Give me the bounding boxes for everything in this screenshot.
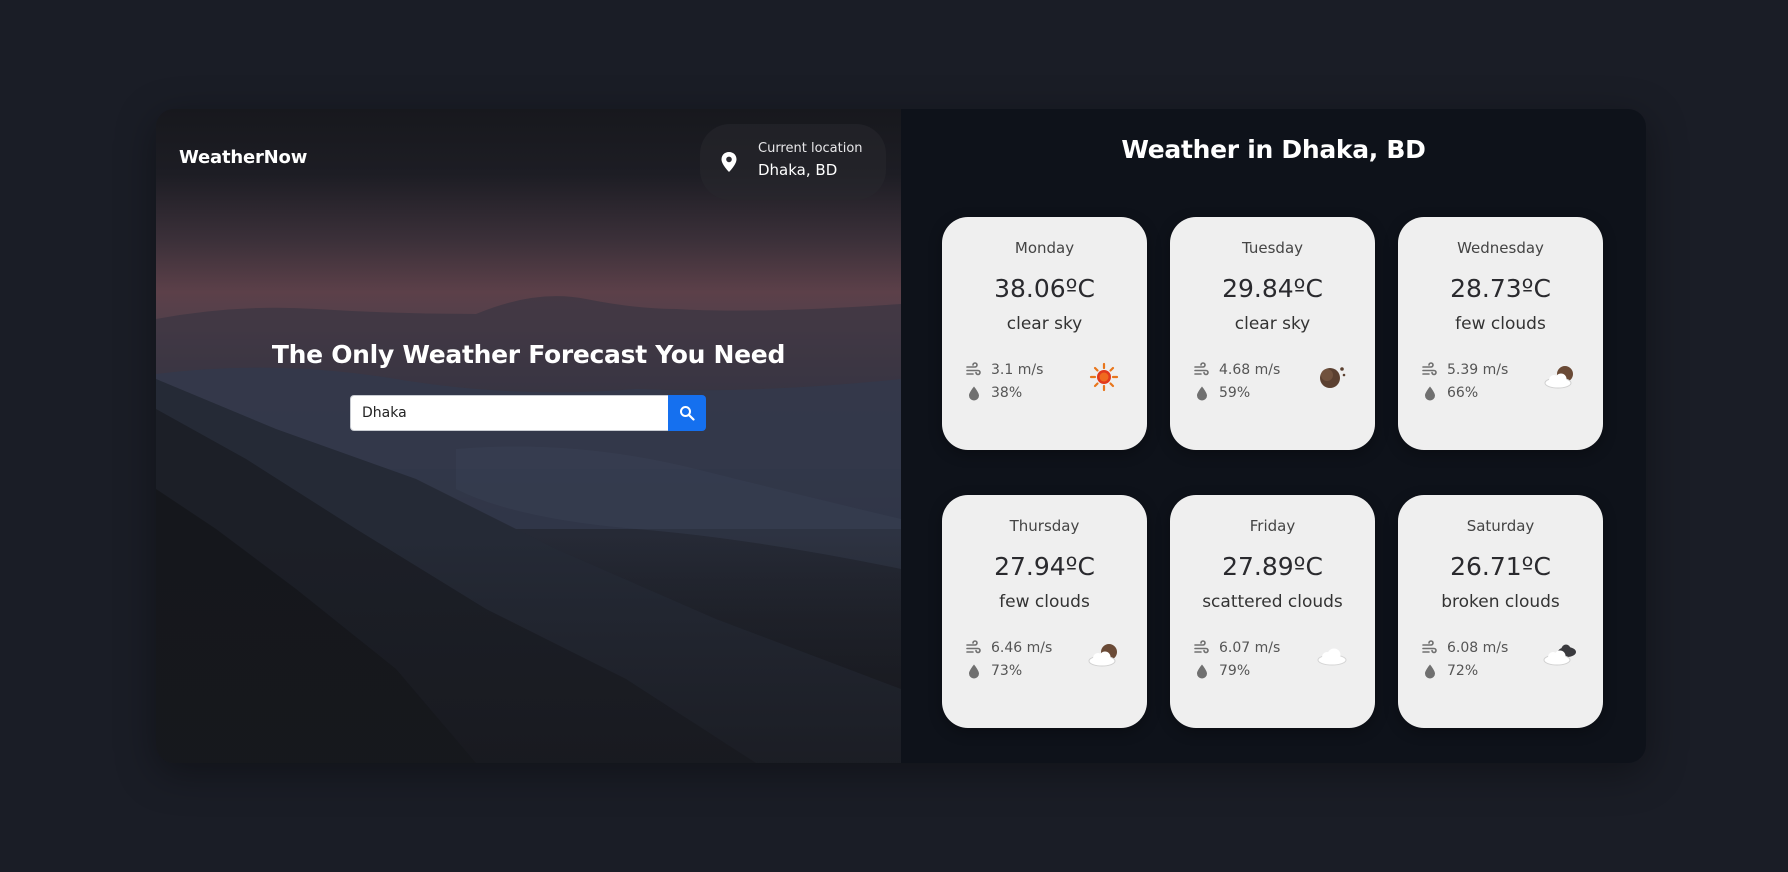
card-humidity-value: 79% [1219, 663, 1251, 679]
wind-icon [966, 362, 981, 376]
card-temperature: 38.06ºC [994, 274, 1095, 303]
forecast-panel: Weather in Dhaka, BD Monday 38.06ºC clea… [901, 109, 1646, 763]
wind-icon [1194, 640, 1209, 654]
current-location-value: Dhaka, BD [758, 161, 838, 179]
hero-section: WeatherNow Current location Dhaka, BD Th… [156, 109, 901, 763]
card-humidity-row: 59% [1194, 385, 1250, 401]
card-humidity-row: 66% [1422, 385, 1478, 401]
card-wind-row: 6.08 m/s [1422, 640, 1508, 656]
card-wind-value: 6.46 m/s [991, 640, 1053, 656]
card-temperature: 29.84ºC [1222, 274, 1323, 303]
card-condition: few clouds [999, 592, 1090, 612]
hero-title: The Only Weather Forecast You Need [271, 340, 786, 369]
card-wind-value: 3.1 m/s [991, 362, 1044, 378]
wind-icon [966, 640, 981, 654]
wind-icon [1194, 362, 1209, 376]
mountain-background-image [156, 109, 901, 763]
card-day: Tuesday [1241, 239, 1304, 257]
forecast-title: Weather in Dhaka, BD [1121, 135, 1426, 164]
moon-cloud-icon [1544, 366, 1573, 389]
forecast-card-saturday: Saturday 26.71ºC broken clouds 6.08 m/s … [1398, 495, 1603, 728]
card-temperature: 27.89ºC [1222, 552, 1323, 581]
moon-cloud-icon [1088, 644, 1117, 667]
current-location-chip[interactable]: Current location Dhaka, BD [700, 124, 886, 200]
forecast-card-wednesday: Wednesday 28.73ºC few clouds 5.39 m/s 66… [1398, 217, 1603, 450]
card-temperature: 28.73ºC [1450, 274, 1551, 303]
broken-clouds-icon [1543, 644, 1576, 666]
card-humidity-value: 72% [1447, 663, 1479, 679]
search-icon [680, 406, 695, 421]
search-button[interactable] [668, 395, 706, 431]
sun-icon [1089, 362, 1119, 392]
card-day: Thursday [1009, 517, 1080, 535]
droplet-icon [969, 386, 979, 401]
card-humidity-value: 73% [991, 663, 1023, 679]
forecast-card-monday: Monday 38.06ºC clear sky 3.1 m/s 38% [942, 217, 1147, 450]
card-wind-row: 4.68 m/s [1194, 362, 1280, 378]
card-wind-row: 6.07 m/s [1194, 640, 1280, 656]
card-wind-value: 4.68 m/s [1219, 362, 1281, 378]
map-pin-icon [721, 152, 737, 172]
wind-icon [1422, 362, 1437, 376]
card-humidity-row: 72% [1422, 663, 1478, 679]
card-condition: broken clouds [1441, 592, 1560, 612]
current-location-label: Current location [758, 141, 863, 156]
card-wind-value: 6.07 m/s [1219, 640, 1281, 656]
droplet-icon [969, 664, 979, 679]
forecast-card-friday: Friday 27.89ºC scattered clouds 6.07 m/s… [1170, 495, 1375, 728]
card-humidity-row: 79% [1194, 663, 1250, 679]
search-input[interactable] [350, 395, 668, 431]
card-condition: clear sky [1234, 314, 1311, 334]
card-temperature: 26.71ºC [1450, 552, 1551, 581]
card-humidity-value: 59% [1219, 385, 1251, 401]
droplet-icon [1197, 664, 1207, 679]
brand-logo: WeatherNow [179, 147, 308, 168]
card-day: Wednesday [1457, 239, 1544, 257]
card-day: Friday [1249, 517, 1296, 535]
card-wind-row: 5.39 m/s [1422, 362, 1508, 378]
card-humidity-row: 73% [966, 663, 1022, 679]
search-bar [350, 395, 706, 431]
card-humidity-value: 66% [1447, 385, 1479, 401]
card-condition: few clouds [1455, 314, 1546, 334]
card-wind-value: 6.08 m/s [1447, 640, 1509, 656]
card-humidity-value: 38% [991, 385, 1023, 401]
card-wind-row: 6.46 m/s [966, 640, 1052, 656]
droplet-icon [1425, 386, 1435, 401]
forecast-card-thursday: Thursday 27.94ºC few clouds 6.46 m/s 73% [942, 495, 1147, 728]
card-wind-row: 3.1 m/s [966, 362, 1043, 378]
card-wind-value: 5.39 m/s [1447, 362, 1509, 378]
cloud-icon [1317, 648, 1347, 666]
droplet-icon [1425, 664, 1435, 679]
forecast-cards: Monday 38.06ºC clear sky 3.1 m/s 38% Tue… [942, 217, 1604, 728]
droplet-icon [1197, 386, 1207, 401]
wind-icon [1422, 640, 1437, 654]
card-humidity-row: 38% [966, 385, 1022, 401]
card-condition: clear sky [1006, 314, 1083, 334]
forecast-card-tuesday: Tuesday 29.84ºC clear sky 4.68 m/s 59% [1170, 217, 1375, 450]
card-temperature: 27.94ºC [994, 552, 1095, 581]
app-window: WeatherNow Current location Dhaka, BD Th… [156, 109, 1646, 763]
card-day: Monday [1014, 239, 1075, 257]
card-condition: scattered clouds [1202, 592, 1343, 612]
moon-icon [1320, 367, 1346, 388]
card-day: Saturday [1466, 517, 1535, 535]
